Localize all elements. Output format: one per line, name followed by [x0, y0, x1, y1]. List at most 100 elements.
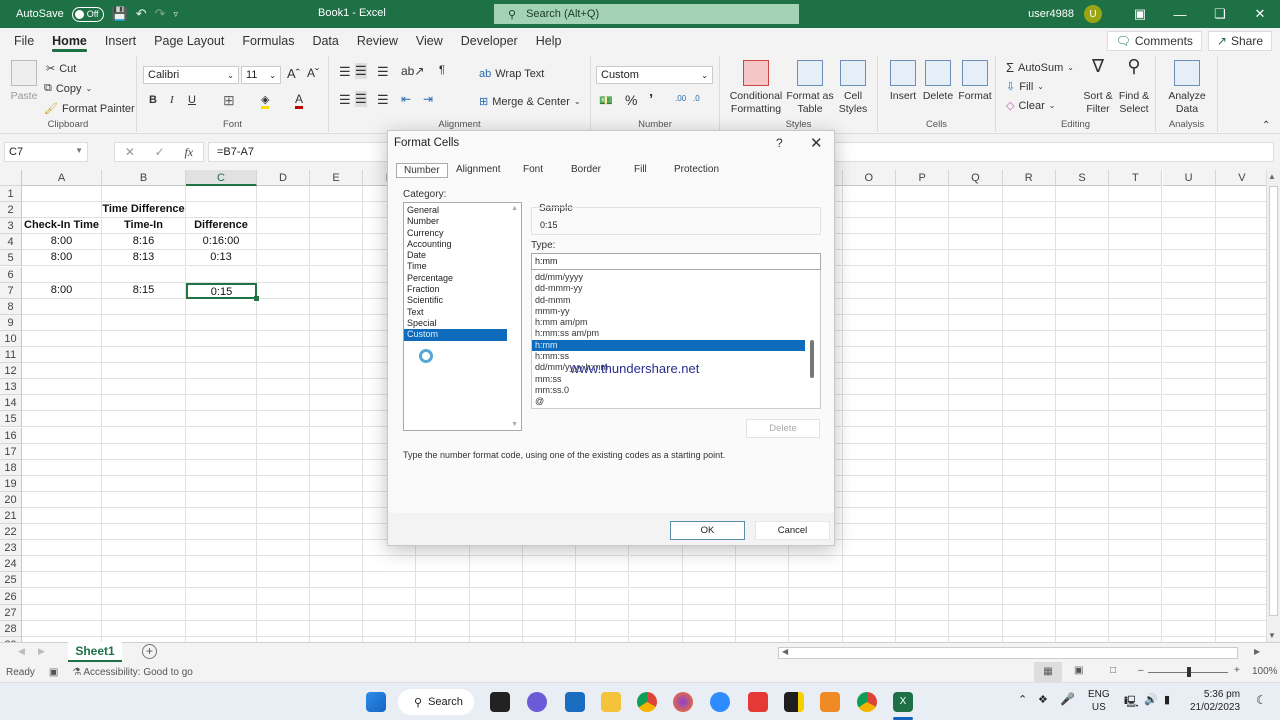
cell-o25[interactable]	[842, 572, 896, 589]
next-sheet-icon[interactable]: ▶	[38, 646, 45, 657]
cell-t3[interactable]	[1109, 218, 1163, 235]
cell-q18[interactable]	[949, 459, 1003, 476]
cell-t7[interactable]	[1109, 282, 1163, 299]
cell-u5[interactable]	[1162, 250, 1216, 267]
cell-d25[interactable]	[257, 572, 310, 589]
help-icon[interactable]: ?	[776, 136, 783, 150]
cell-a17[interactable]	[22, 443, 102, 460]
cell-r28[interactable]	[1002, 620, 1056, 637]
cell-o20[interactable]	[842, 491, 896, 508]
cell-d28[interactable]	[257, 620, 310, 637]
cell-u14[interactable]	[1162, 395, 1216, 412]
cell-h28[interactable]	[469, 620, 523, 637]
cell-v7[interactable]	[1215, 283, 1266, 299]
cell-n24[interactable]	[789, 556, 843, 573]
cell-u25[interactable]	[1162, 572, 1216, 589]
cell-i24[interactable]	[522, 556, 577, 573]
cell-b6[interactable]	[102, 266, 186, 283]
cell-c4[interactable]: 0:16:00	[186, 234, 257, 251]
microphone-icon[interactable]: 🎤	[1060, 692, 1075, 706]
row-header-11[interactable]: 11	[0, 347, 22, 364]
scroll-thumb[interactable]	[1269, 186, 1278, 616]
column-header-v[interactable]: V	[1215, 170, 1266, 186]
cell-r25[interactable]	[1002, 572, 1056, 589]
cell-r24[interactable]	[1002, 556, 1056, 573]
cell-o24[interactable]	[842, 556, 896, 573]
fill-handle[interactable]	[254, 295, 259, 301]
merge-center-button[interactable]: ⊞ Merge & Center ⌄	[479, 95, 581, 109]
analyze-data-button[interactable]: Analyze Data	[1164, 60, 1210, 115]
cell-r19[interactable]	[1002, 475, 1056, 492]
focus-assist-icon[interactable]: ☾	[1256, 693, 1267, 707]
cell-c16[interactable]	[186, 427, 257, 444]
teams-icon[interactable]	[527, 692, 547, 712]
macro-record-icon[interactable]: ▣	[49, 667, 58, 678]
cell-e3[interactable]	[310, 218, 363, 235]
cell-s14[interactable]	[1055, 395, 1110, 412]
cell-t18[interactable]	[1109, 459, 1163, 476]
cell-d6[interactable]	[257, 266, 310, 283]
tab-home[interactable]: Home	[43, 28, 96, 54]
cell-e23[interactable]	[310, 540, 363, 557]
cell-a13[interactable]	[22, 379, 102, 396]
cell-e19[interactable]	[310, 475, 363, 492]
category-item-text[interactable]: Text	[404, 307, 521, 318]
tab-protection[interactable]: Protection	[674, 164, 719, 175]
cell-p8[interactable]	[896, 298, 950, 315]
cell-q22[interactable]	[949, 524, 1003, 541]
outlook-icon[interactable]	[565, 692, 585, 712]
cell-c26[interactable]	[186, 588, 257, 605]
cell-q28[interactable]	[949, 620, 1003, 637]
cell-j25[interactable]	[576, 572, 630, 589]
start-icon[interactable]	[366, 692, 386, 712]
cell-d27[interactable]	[257, 604, 310, 621]
column-header-r[interactable]: R	[1002, 170, 1056, 186]
comma-style-icon[interactable]: ’	[649, 91, 653, 108]
cell-s3[interactable]	[1055, 218, 1110, 235]
cell-o3[interactable]	[842, 218, 896, 235]
cell-o15[interactable]	[842, 411, 896, 428]
cell-l26[interactable]	[682, 588, 737, 605]
cell-c23[interactable]	[186, 540, 257, 557]
cell-d9[interactable]	[257, 314, 310, 331]
row-header-10[interactable]: 10	[0, 330, 22, 347]
text-direction-icon[interactable]: ¶	[439, 64, 445, 76]
cell-r17[interactable]	[1002, 443, 1056, 460]
cell-o1[interactable]	[842, 186, 896, 203]
zoom-level[interactable]: 100%	[1252, 666, 1278, 677]
cell-g24[interactable]	[416, 556, 470, 573]
column-header-d[interactable]: D	[257, 170, 310, 186]
cell-c13[interactable]	[186, 379, 257, 396]
row-header-25[interactable]: 25	[0, 572, 22, 589]
cell-e21[interactable]	[310, 508, 363, 525]
cell-s17[interactable]	[1055, 443, 1110, 460]
cell-d20[interactable]	[257, 491, 310, 508]
cell-t24[interactable]	[1109, 556, 1163, 573]
align-right-icon[interactable]: ☰	[377, 92, 389, 108]
cell-c10[interactable]	[186, 330, 257, 347]
cell-u15[interactable]	[1162, 411, 1216, 428]
cell-d18[interactable]	[257, 459, 310, 476]
format-cells-button[interactable]: Format	[956, 60, 994, 103]
row-header-1[interactable]: 1	[0, 186, 22, 203]
cell-i26[interactable]	[522, 588, 577, 605]
cell-b11[interactable]	[102, 347, 186, 364]
cell-r15[interactable]	[1002, 411, 1056, 428]
cell-e2[interactable]	[310, 202, 363, 219]
normal-view-icon[interactable]: ▦	[1034, 662, 1062, 682]
cell-q12[interactable]	[949, 363, 1003, 380]
row-header-9[interactable]: 9	[0, 314, 22, 331]
cell-q7[interactable]	[949, 282, 1003, 299]
cell-v25[interactable]	[1215, 572, 1266, 589]
cell-v13[interactable]	[1215, 379, 1266, 396]
cell-t16[interactable]	[1109, 427, 1163, 444]
cell-e9[interactable]	[310, 314, 363, 331]
cell-d4[interactable]	[257, 234, 310, 251]
cell-v3[interactable]	[1215, 218, 1266, 235]
cell-b1[interactable]	[102, 186, 186, 203]
cell-b2[interactable]: Time Difference	[102, 202, 186, 219]
cell-p11[interactable]	[896, 347, 950, 364]
tab-data[interactable]: Data	[303, 28, 347, 54]
cell-s15[interactable]	[1055, 411, 1110, 428]
cell-e25[interactable]	[310, 572, 363, 589]
